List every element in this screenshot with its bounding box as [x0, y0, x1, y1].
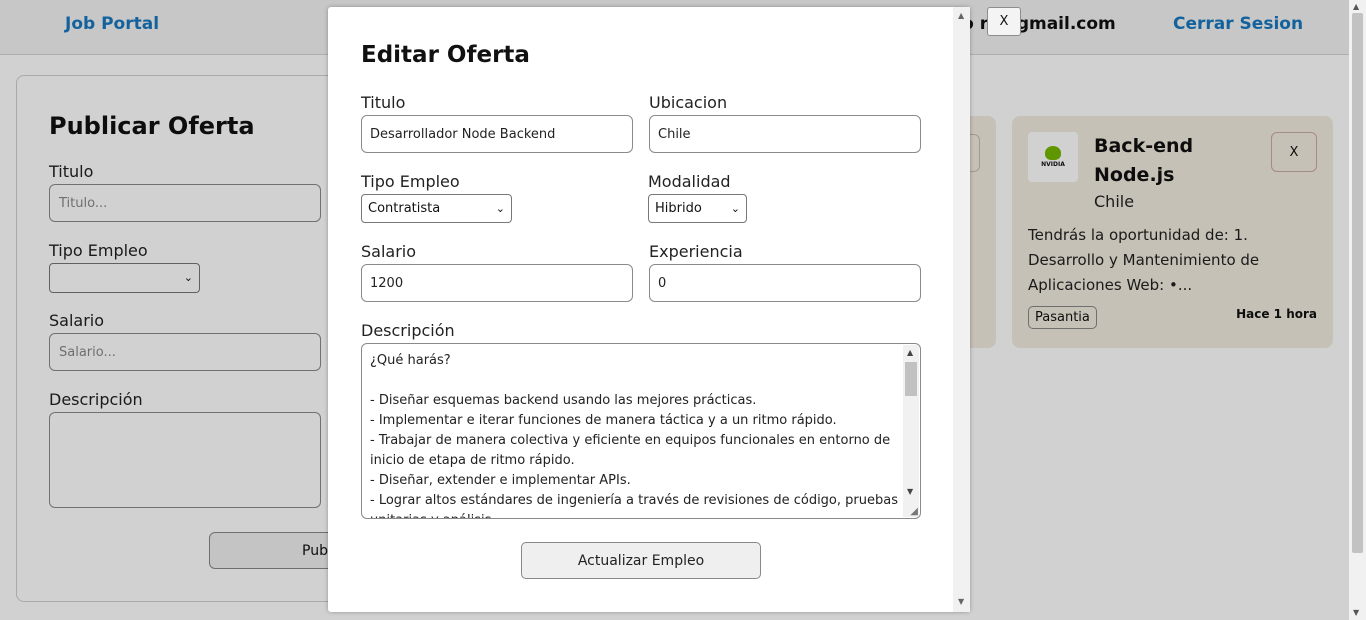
descripcion-line: - Lograr altos estándares de ingeniería …	[370, 493, 898, 518]
scroll-up-icon[interactable]: ▲	[1353, 2, 1359, 11]
modal-title: Editar Oferta	[361, 42, 530, 68]
descripcion-line: ¿Qué harás?	[370, 353, 451, 368]
chevron-down-icon: ⌄	[495, 202, 505, 215]
tipo-empleo-select[interactable]: Contratista ⌄	[361, 194, 512, 223]
modalidad-value: Hibrido	[655, 201, 702, 216]
modal-scrollbar[interactable]: ▲ ▼	[953, 7, 970, 612]
descripcion-textarea[interactable]: ¿Qué harás? - Diseñar esquemas backend u…	[361, 343, 921, 519]
tipo-empleo-value: Contratista	[368, 201, 441, 216]
salario-input[interactable]: 1200	[361, 264, 633, 302]
experiencia-label: Experiencia	[649, 242, 743, 261]
descripcion-line: - Diseñar esquemas backend usando las me…	[370, 393, 757, 408]
edit-offer-modal: Editar Oferta Titulo Desarrollador Node …	[328, 7, 970, 612]
page-scrollbar[interactable]: ▲ ▼	[1349, 0, 1366, 620]
salario-label: Salario	[361, 242, 417, 261]
descripcion-line	[370, 371, 898, 391]
scroll-down-icon[interactable]: ▼	[1353, 608, 1359, 617]
descripcion-text: ¿Qué harás? - Diseñar esquemas backend u…	[370, 351, 898, 518]
page-scrollbar-thumb[interactable]	[1352, 13, 1363, 553]
textarea-scrollbar[interactable]: ▲ ▼	[903, 345, 919, 517]
ubicacion-label: Ubicacion	[649, 93, 728, 112]
resize-grip-icon[interactable]: ◢	[910, 506, 918, 517]
modalidad-select[interactable]: Hibrido ⌄	[648, 194, 747, 223]
descripcion-line: - Implementar e iterar funciones de mane…	[370, 413, 837, 428]
chevron-down-icon: ⌄	[730, 202, 740, 215]
scroll-up-icon[interactable]: ▲	[907, 348, 913, 357]
descripcion-line: - Diseñar, extender e implementar APIs.	[370, 473, 631, 488]
modalidad-label: Modalidad	[648, 172, 731, 191]
ubicacion-input[interactable]: Chile	[649, 115, 921, 153]
update-job-button[interactable]: Actualizar Empleo	[521, 542, 761, 579]
scroll-up-icon[interactable]: ▲	[958, 11, 964, 20]
modal-close-button[interactable]: X	[987, 7, 1021, 36]
scroll-down-icon[interactable]: ▼	[958, 597, 964, 606]
scroll-down-icon[interactable]: ▼	[907, 487, 913, 496]
titulo-input[interactable]: Desarrollador Node Backend	[361, 115, 633, 153]
textarea-scrollbar-thumb[interactable]	[905, 362, 917, 396]
tipo-empleo-label: Tipo Empleo	[361, 172, 460, 191]
descripcion-line: - Trabajar de manera colectiva y eficien…	[370, 433, 891, 468]
titulo-label: Titulo	[361, 93, 406, 112]
descripcion-label: Descripción	[361, 321, 455, 340]
experiencia-input[interactable]: 0	[649, 264, 921, 302]
